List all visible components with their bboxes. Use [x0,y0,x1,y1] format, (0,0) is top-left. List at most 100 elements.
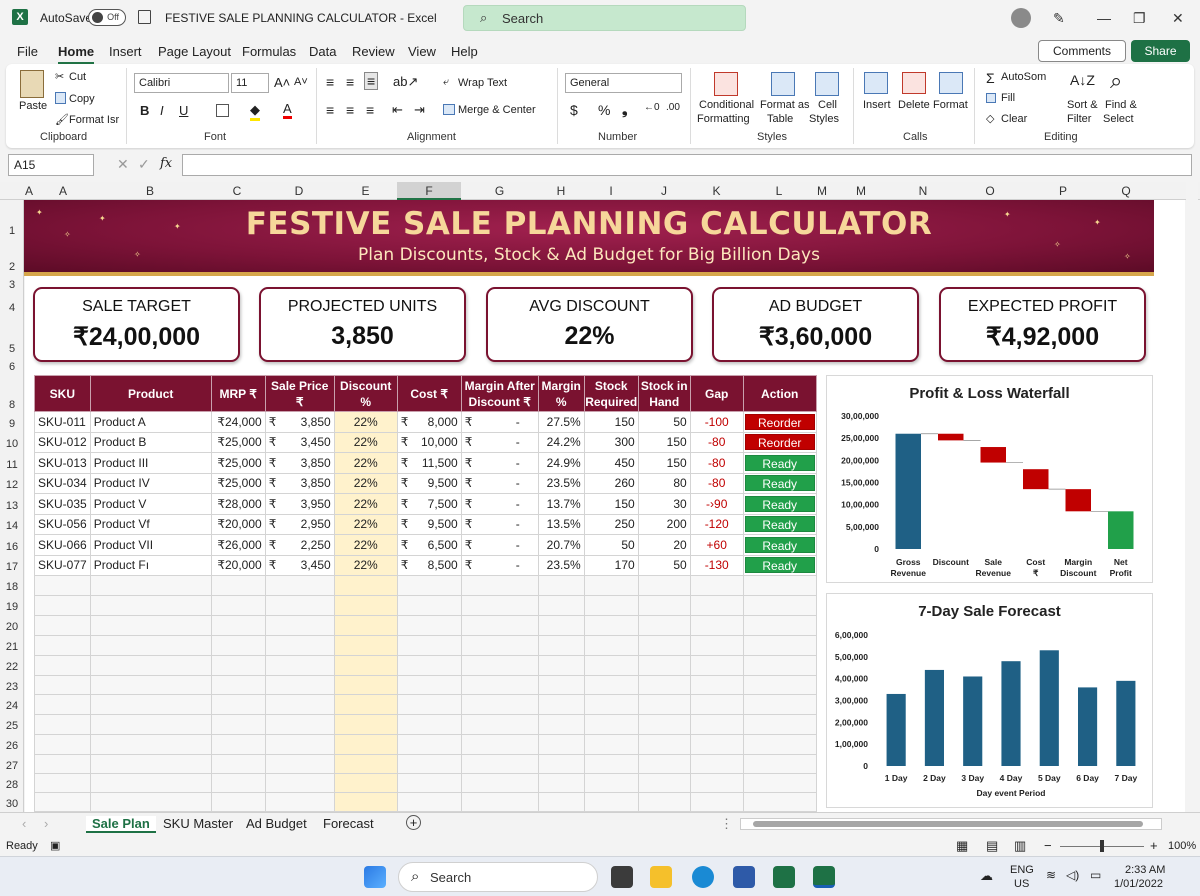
cell-margin[interactable]: ₹ - [460,411,539,433]
forecast-chart[interactable]: 7-Day Sale Forecast 6,00,000 5,00,000 4,00… [826,593,1153,808]
volume-icon[interactable]: ◁) [1066,868,1079,882]
save-icon[interactable] [138,10,151,24]
col-header[interactable]: E [334,182,397,200]
empty-cell[interactable] [583,694,639,715]
tab-scroll-left-icon[interactable]: ‹ [22,816,26,831]
empty-cell[interactable] [89,595,212,616]
cell-mrp[interactable]: ₹25,000 [210,452,266,474]
row-header[interactable]: 28 [0,779,24,791]
shrink-font-icon[interactable]: A˅ [294,76,308,88]
menu-review[interactable]: Review [352,44,395,59]
empty-cell[interactable] [742,595,817,616]
empty-cell[interactable] [537,635,585,656]
cell-margin-percent[interactable]: 27.5% [537,411,585,433]
conditional-formatting-label-2[interactable]: Formatting [697,113,750,125]
normal-view-icon[interactable]: ▦ [956,838,968,854]
decrease-decimal-icon[interactable]: .00 [666,102,680,113]
empty-cell[interactable] [742,635,817,656]
paste-icon[interactable] [20,70,44,98]
row-header[interactable]: 8 [0,399,24,411]
empty-cell[interactable] [460,655,539,676]
empty-cell[interactable] [34,575,91,596]
percent-icon[interactable]: % [598,102,610,118]
cell-discount[interactable]: 22% [333,493,398,515]
paste-label[interactable]: Paste [19,100,47,112]
empty-cell[interactable] [34,675,91,695]
sort-filter-label-2[interactable]: Filter [1067,113,1091,125]
empty-cell[interactable] [396,575,462,596]
font-size-select[interactable]: 11 [231,73,269,93]
row-header[interactable]: 10 [0,438,24,450]
header-margin-percent[interactable]: Margin % [537,375,585,412]
cell-sale-price[interactable]: ₹3,850 [264,472,335,494]
row-header[interactable]: 6 [0,361,24,373]
cell-discount[interactable]: 22% [333,472,398,494]
cell-cost[interactable]: ₹9,500 [396,472,462,494]
empty-cell[interactable] [689,734,744,755]
empty-cell[interactable] [210,615,266,636]
empty-cell[interactable] [89,734,212,755]
col-header[interactable]: D [264,182,334,200]
find-select-icon[interactable]: ⌕ [1110,68,1122,94]
ready-badge[interactable]: Ready [744,516,815,533]
empty-cell[interactable] [34,792,91,812]
empty-cell[interactable] [89,694,212,715]
empty-cell[interactable] [89,714,212,735]
clear-label[interactable]: Clear [1001,113,1027,125]
empty-cell[interactable] [460,694,539,715]
ready-badge[interactable]: Ready [744,536,815,553]
cell-sale-price[interactable]: ₹3,950 [264,493,335,515]
col-header[interactable]: O [953,182,1027,200]
reorder-badge[interactable]: Reorder [744,434,815,451]
empty-cell[interactable] [689,575,744,596]
col-header[interactable]: J [638,182,690,200]
empty-cell[interactable] [583,734,639,755]
empty-cell[interactable] [742,734,817,755]
tab-options-icon[interactable]: ⋮ [720,816,733,832]
ready-badge[interactable]: Ready [744,454,815,471]
underline-icon[interactable]: U [179,103,188,118]
reorder-badge[interactable]: Reorder [744,413,815,430]
empty-cell[interactable] [637,615,691,636]
page-layout-view-icon[interactable]: ▤ [986,838,998,854]
menu-page-layout[interactable]: Page Layout [158,44,231,59]
empty-cell[interactable] [333,655,398,676]
cell-product[interactable]: Product IV [89,472,212,494]
empty-cell[interactable] [583,754,639,774]
empty-cell[interactable] [689,615,744,636]
clear-icon[interactable]: ◇ [986,112,994,125]
col-header[interactable]: I [584,182,638,200]
align-middle-icon[interactable]: ≡ [346,74,354,90]
empty-cell[interactable] [264,595,335,616]
row-header[interactable]: 27 [0,760,24,772]
empty-cell[interactable] [537,615,585,636]
tab-sale-plan[interactable]: Sale Plan [86,816,156,833]
cell-stock-required[interactable]: 50 [583,534,639,556]
col-header[interactable]: M [829,182,893,200]
scrollbar-thumb[interactable] [753,821,1143,827]
tab-sku-master[interactable]: SKU Master [163,816,233,831]
cell-stock-required[interactable]: 150 [583,493,639,515]
empty-cell[interactable] [689,694,744,715]
vertical-scrollbar[interactable] [1186,182,1198,812]
header-margin-after-discount[interactable]: Margin After Discount ₹ [460,375,539,412]
empty-cell[interactable] [264,615,335,636]
empty-cell[interactable] [89,615,212,636]
row-header[interactable]: 19 [0,601,24,613]
zoom-level[interactable]: 100% [1168,840,1196,852]
cell-cost[interactable]: ₹10,000 [396,431,462,453]
empty-cell[interactable] [396,635,462,656]
decrease-indent-icon[interactable]: ⇤ [392,102,403,118]
merge-center-label[interactable]: Merge & Center [458,104,536,116]
cell-margin-percent[interactable]: 13.5% [537,513,585,535]
cell-cost[interactable]: ₹7,500 [396,493,462,515]
empty-cell[interactable] [689,635,744,656]
empty-cell[interactable] [537,773,585,793]
cell-mrp[interactable]: ₹25,000 [210,472,266,494]
empty-cell[interactable] [89,675,212,695]
empty-cell[interactable] [34,635,91,656]
cell-action[interactable]: Ready [742,554,817,576]
comments-button[interactable]: Comments [1038,40,1126,62]
align-center-icon[interactable]: ≡ [346,102,354,118]
cell-sku[interactable]: SKU-011 [34,411,91,433]
